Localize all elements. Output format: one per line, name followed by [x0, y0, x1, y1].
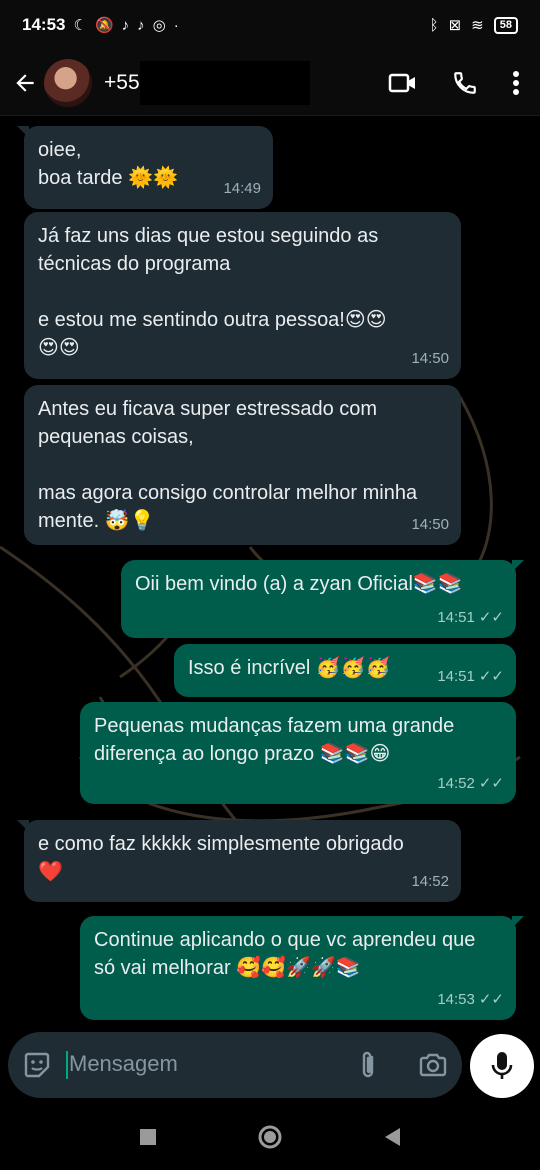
- message-bubble-outgoing[interactable]: Oii bem vindo (a) a zyan Oficial📚📚 14:51…: [121, 560, 524, 638]
- tiktok-icon: ♪: [121, 16, 130, 34]
- read-receipt-icon: ✓✓: [478, 668, 504, 685]
- read-receipt-icon: ✓✓: [478, 775, 504, 792]
- sticker-icon[interactable]: [22, 1050, 52, 1080]
- video-call-icon[interactable]: [388, 72, 418, 94]
- no-sim-icon: ⊠: [448, 17, 462, 34]
- chat-area[interactable]: oiee, boa tarde 🌞🌞 14:49 Já faz uns dias…: [0, 117, 540, 1029]
- message-time: 14:52: [411, 873, 449, 890]
- message-time: 14:50: [411, 516, 449, 533]
- message-text: Oii bem vindo (a) a zyan Oficial📚📚: [135, 573, 463, 595]
- more-options-icon[interactable]: [512, 70, 520, 96]
- instagram-icon: ◎: [152, 17, 166, 34]
- message-bubble-outgoing[interactable]: Continue aplicando o que vc aprendeu que…: [80, 916, 524, 1020]
- camera-icon[interactable]: [418, 1052, 448, 1078]
- recents-icon[interactable]: [139, 1128, 157, 1146]
- message-time: 14:50: [411, 350, 449, 367]
- attach-icon[interactable]: [356, 1049, 380, 1081]
- message-text: Continue aplicando o que vc aprendeu que…: [94, 929, 481, 979]
- status-time: 14:53: [22, 15, 66, 34]
- voice-call-icon[interactable]: [452, 70, 478, 96]
- message-time: 14:51: [437, 668, 475, 685]
- battery-indicator: 58: [493, 16, 518, 34]
- chat-header: +55: [0, 50, 540, 116]
- muted-bell-icon: 🔕: [94, 17, 114, 34]
- message-time: 14:52: [437, 775, 475, 792]
- message-text: Já faz uns dias que estou seguindo as té…: [38, 225, 387, 359]
- home-icon[interactable]: [257, 1124, 283, 1150]
- message-bubble-outgoing[interactable]: Pequenas mudanças fazem uma grande difer…: [80, 702, 516, 804]
- status-bar: 14:53 ☾ 🔕 ♪ ♪ ◎ · ᛒ ⊠ ≋ 58: [0, 0, 540, 50]
- message-text: Pequenas mudanças fazem uma grande difer…: [94, 715, 460, 765]
- message-time: 14:49: [223, 180, 261, 197]
- message-input[interactable]: Mensagem: [69, 1051, 178, 1076]
- message-bubble-incoming[interactable]: Já faz uns dias que estou seguindo as té…: [24, 212, 461, 379]
- voice-message-button[interactable]: [470, 1034, 534, 1098]
- message-text: e como faz kkkkk simplesmente obrigado ❤…: [38, 833, 404, 883]
- moon-icon: ☾: [73, 17, 87, 34]
- system-navigation-bar: [0, 1104, 540, 1170]
- bluetooth-icon: ᛒ: [429, 16, 439, 34]
- message-composer[interactable]: Mensagem: [8, 1032, 462, 1098]
- message-bubble-outgoing[interactable]: Isso é incrível 🥳🥳🥳 14:51 ✓✓: [174, 644, 516, 697]
- microphone-icon: [491, 1052, 513, 1079]
- read-receipt-icon: ✓✓: [478, 991, 504, 1008]
- message-text: Antes eu ficava super estressado com peq…: [38, 398, 418, 532]
- avatar[interactable]: [44, 58, 92, 107]
- back-arrow-icon[interactable]: [12, 70, 38, 96]
- redaction-block: [139, 60, 310, 105]
- wifi-icon: ≋: [471, 17, 484, 34]
- tiktok-icon-2: ♪: [137, 16, 145, 34]
- contact-name[interactable]: +55: [104, 71, 140, 95]
- message-bubble-incoming[interactable]: Antes eu ficava super estressado com peq…: [24, 385, 461, 545]
- message-bubble-incoming[interactable]: oiee, boa tarde 🌞🌞 14:49: [17, 126, 273, 209]
- message-bubble-incoming[interactable]: e como faz kkkkk simplesmente obrigado ❤…: [17, 820, 461, 902]
- message-time: 14:51: [437, 609, 475, 626]
- message-time: 14:53: [437, 991, 475, 1008]
- dot-icon: ·: [173, 16, 179, 34]
- back-icon[interactable]: [383, 1127, 401, 1147]
- read-receipt-icon: ✓✓: [478, 609, 504, 626]
